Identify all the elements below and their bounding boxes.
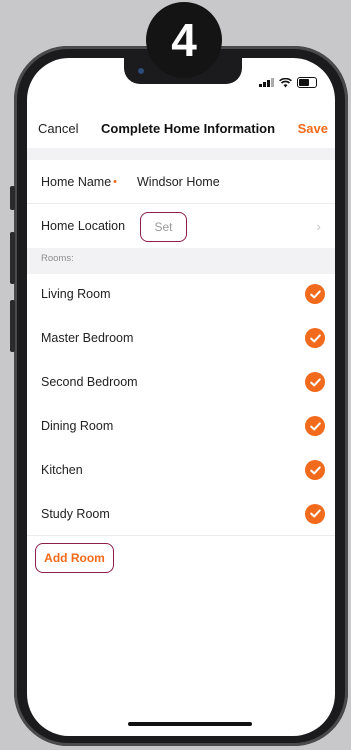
mute-switch: [10, 186, 15, 210]
home-location-label: Home Location: [41, 219, 126, 233]
volume-down-button: [10, 300, 15, 352]
room-name: Study Room: [41, 506, 110, 521]
phone-screen: Cancel Complete Home Information Save Ho…: [27, 58, 335, 736]
volume-up-button: [10, 232, 15, 284]
chevron-right-icon: ›: [316, 218, 321, 234]
room-item[interactable]: Study Room: [27, 492, 335, 536]
home-name-value[interactable]: Windsor Home: [137, 175, 220, 189]
check-icon[interactable]: [305, 284, 325, 304]
check-icon[interactable]: [305, 460, 325, 480]
save-button[interactable]: Save: [298, 121, 328, 136]
camera-icon: [138, 68, 144, 74]
check-icon[interactable]: [305, 328, 325, 348]
section-spacer: [27, 148, 335, 160]
required-marker: •: [113, 175, 118, 188]
room-name: Second Bedroom: [41, 375, 138, 389]
page-title: Complete Home Information: [101, 120, 276, 136]
step-badge: 4: [146, 2, 222, 78]
cancel-button[interactable]: Cancel: [38, 121, 78, 136]
room-name: Master Bedroom: [41, 331, 134, 345]
check-icon[interactable]: [305, 503, 325, 524]
room-item[interactable]: Living Room: [27, 272, 335, 316]
battery-icon: [297, 77, 317, 88]
home-name-row[interactable]: Home Name • Windsor Home: [27, 160, 335, 204]
room-name: Living Room: [41, 287, 111, 301]
status-bar: [259, 77, 317, 88]
room-item[interactable]: Dining Room: [27, 404, 335, 448]
home-location-set-button[interactable]: Set: [140, 212, 187, 242]
rooms-section-label: Rooms:: [41, 253, 74, 264]
check-icon[interactable]: [305, 372, 325, 392]
home-name-label: Home Name: [41, 174, 112, 189]
signal-icon: [259, 78, 274, 87]
room-item[interactable]: Master Bedroom: [27, 316, 335, 360]
room-name: Dining Room: [41, 419, 114, 433]
add-room-button[interactable]: Add Room: [35, 543, 114, 573]
check-icon[interactable]: [305, 416, 325, 436]
room-name: Kitchen: [41, 463, 83, 477]
wifi-icon: [279, 77, 292, 87]
home-indicator: [128, 722, 252, 726]
room-item[interactable]: Kitchen: [27, 448, 335, 492]
home-location-row[interactable]: Home Location Set ›: [27, 204, 335, 248]
room-item[interactable]: Second Bedroom: [27, 360, 335, 404]
nav-bar: Cancel Complete Home Information Save: [27, 108, 335, 148]
